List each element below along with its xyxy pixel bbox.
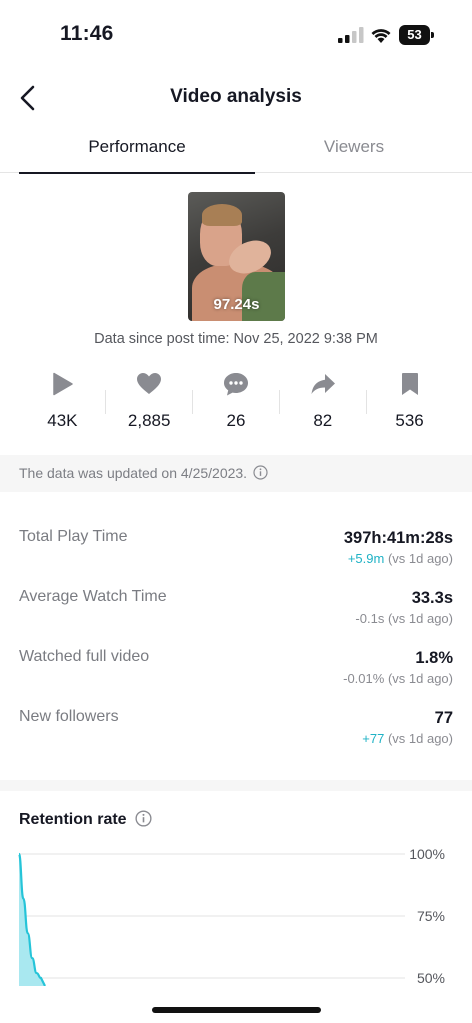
stat-comments: 26 [193, 368, 280, 438]
metric-label: Average Watch Time [19, 588, 167, 605]
active-tab-indicator [19, 172, 255, 174]
signal-icon [338, 27, 364, 43]
engagement-stats: 43K 2,885 26 82 536 [19, 368, 453, 438]
tab-performance[interactable]: Performance [19, 128, 255, 174]
info-icon[interactable] [253, 465, 268, 480]
metric-delta: +5.9m (vs 1d ago) [347, 551, 453, 566]
metric-value: 397h:41m:28s [343, 529, 453, 547]
metric-label: Watched full video [19, 648, 150, 665]
update-notice-text: The data was updated on 4/25/2023. [19, 465, 248, 481]
heart-icon [137, 373, 162, 394]
metric-delta: -0.1s (vs 1d ago) [355, 611, 453, 626]
metric-watched-full-video: Watched full video 1.8% -0.01% (vs 1d ag… [19, 632, 453, 692]
share-icon [311, 374, 335, 394]
y-tick-label: 100% [409, 846, 445, 862]
play-icon [53, 372, 74, 396]
section-divider [0, 780, 472, 791]
metric-new-followers: New followers 77 +77 (vs 1d ago) [19, 692, 453, 752]
likes-count: 2,885 [127, 411, 171, 430]
update-notice: The data was updated on 4/25/2023. [19, 465, 268, 481]
retention-area [19, 854, 45, 986]
retention-title-text: Retention rate [19, 811, 127, 828]
metric-delta: -0.01% (vs 1d ago) [343, 671, 453, 686]
metric-label: Total Play Time [19, 528, 128, 545]
top-nav: Video analysis [0, 78, 472, 118]
metric-delta: +77 (vs 1d ago) [362, 731, 453, 746]
metric-value: 1.8% [415, 649, 453, 667]
stat-shares: 82 [279, 368, 366, 438]
video-thumbnail[interactable]: 97.24s [188, 192, 285, 321]
tab-performance-label: Performance [88, 137, 186, 156]
y-tick-label: 50% [417, 970, 445, 986]
wifi-icon [371, 29, 391, 43]
metric-total-play-time: Total Play Time 397h:41m:28s +5.9m (vs 1… [19, 512, 453, 572]
video-duration: 97.24s [213, 296, 260, 313]
battery-icon: 53 [399, 25, 435, 45]
metric-value: 77 [434, 709, 453, 727]
comment-icon [223, 373, 248, 396]
tab-viewers[interactable]: Viewers [236, 128, 472, 173]
metric-average-watch-time: Average Watch Time 33.3s -0.1s (vs 1d ag… [19, 572, 453, 632]
post-date-info: Data since post time: Nov 25, 2022 9:38 … [94, 331, 378, 347]
battery-level: 53 [399, 25, 430, 45]
y-tick-label: 75% [417, 908, 445, 924]
retention-title: Retention rate [19, 810, 152, 829]
update-notice-bar: The data was updated on 4/25/2023. [0, 455, 472, 492]
saves-count: 536 [395, 411, 424, 430]
bookmark-icon [401, 373, 418, 395]
retention-chart: 100% 75% 50% [17, 846, 445, 986]
stat-saves: 536 [366, 368, 453, 438]
comments-count: 26 [226, 411, 246, 430]
metric-value: 33.3s [411, 589, 453, 607]
page-title: Video analysis [170, 86, 302, 107]
stat-views: 43K [19, 368, 106, 438]
tab-bar: Performance Viewers [0, 128, 472, 174]
info-icon[interactable] [135, 810, 152, 827]
status-bar: 11:46 53 [0, 0, 472, 70]
home-indicator [152, 1007, 321, 1013]
views-count: 43K [47, 411, 78, 430]
metric-label: New followers [19, 708, 119, 725]
shares-count: 82 [313, 411, 333, 430]
tab-viewers-label: Viewers [323, 137, 385, 156]
status-time: 11:46 [60, 22, 114, 45]
stat-likes: 2,885 [106, 368, 193, 438]
